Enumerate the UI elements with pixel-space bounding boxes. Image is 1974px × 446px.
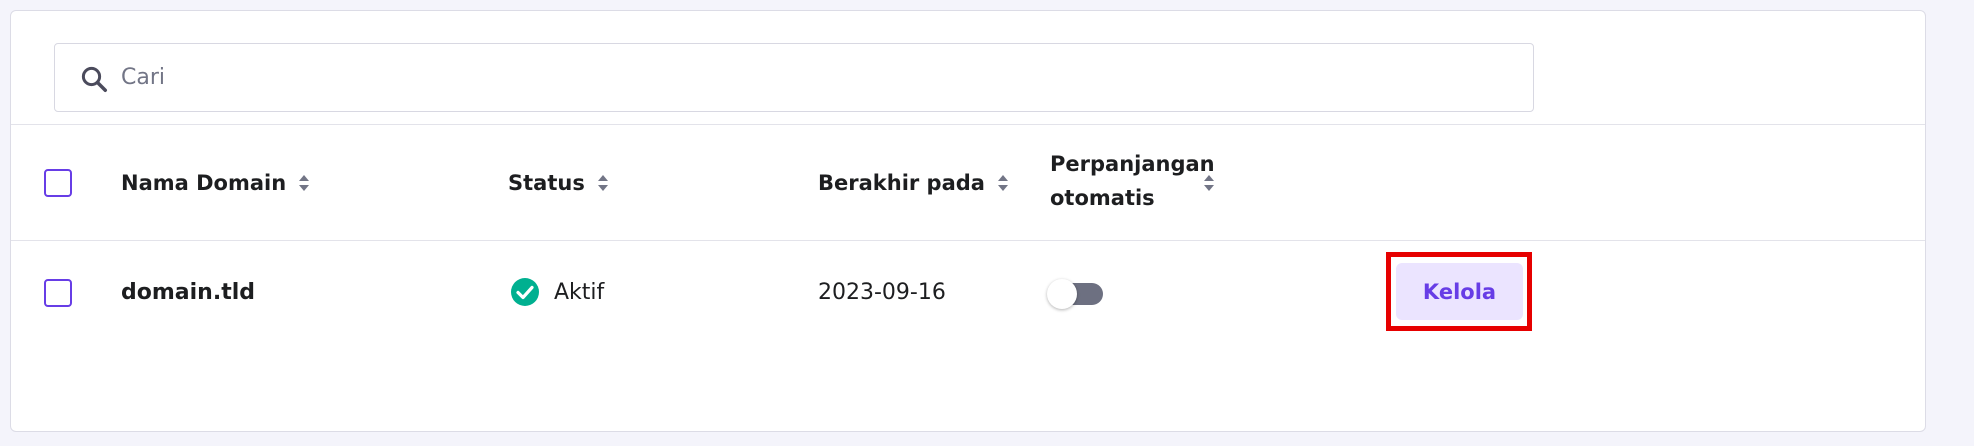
column-header-domain[interactable]: Nama Domain xyxy=(121,169,310,197)
sort-icon xyxy=(997,175,1008,191)
select-all-checkbox[interactable] xyxy=(44,169,72,197)
column-header-status-label: Status xyxy=(508,171,585,195)
domain-name[interactable]: domain.tld xyxy=(121,280,255,305)
column-header-expires-label: Berakhir pada xyxy=(818,171,985,195)
column-header-domain-label: Nama Domain xyxy=(121,171,287,195)
toggle-knob xyxy=(1047,279,1077,309)
search-icon xyxy=(81,66,107,92)
divider xyxy=(11,240,1925,241)
sort-icon xyxy=(597,175,608,191)
row-checkbox[interactable] xyxy=(44,279,72,307)
column-header-autorenew-line1: Perpanjangan xyxy=(1050,152,1215,176)
column-header-autorenew-line2: otomatis xyxy=(1050,186,1155,210)
autorenew-toggle[interactable] xyxy=(1047,279,1103,309)
sort-icon xyxy=(299,175,310,191)
manage-button[interactable]: Kelola xyxy=(1396,263,1523,320)
domain-list-card: Nama Domain Status Berakhir pada Perpanj… xyxy=(10,10,1926,432)
status-badge: Aktif xyxy=(510,277,604,307)
expiry-date: 2023-09-16 xyxy=(818,280,946,305)
sort-icon[interactable] xyxy=(1203,174,1215,192)
column-header-status[interactable]: Status xyxy=(508,169,609,197)
divider xyxy=(11,124,1925,125)
column-header-expires[interactable]: Berakhir pada xyxy=(818,169,1009,197)
search-input[interactable] xyxy=(121,44,1501,111)
status-text: Aktif xyxy=(554,279,605,305)
search-box[interactable] xyxy=(54,43,1534,112)
column-header-autorenew[interactable]: Perpanjangan otomatis xyxy=(1050,147,1215,215)
check-circle-icon xyxy=(511,278,539,306)
